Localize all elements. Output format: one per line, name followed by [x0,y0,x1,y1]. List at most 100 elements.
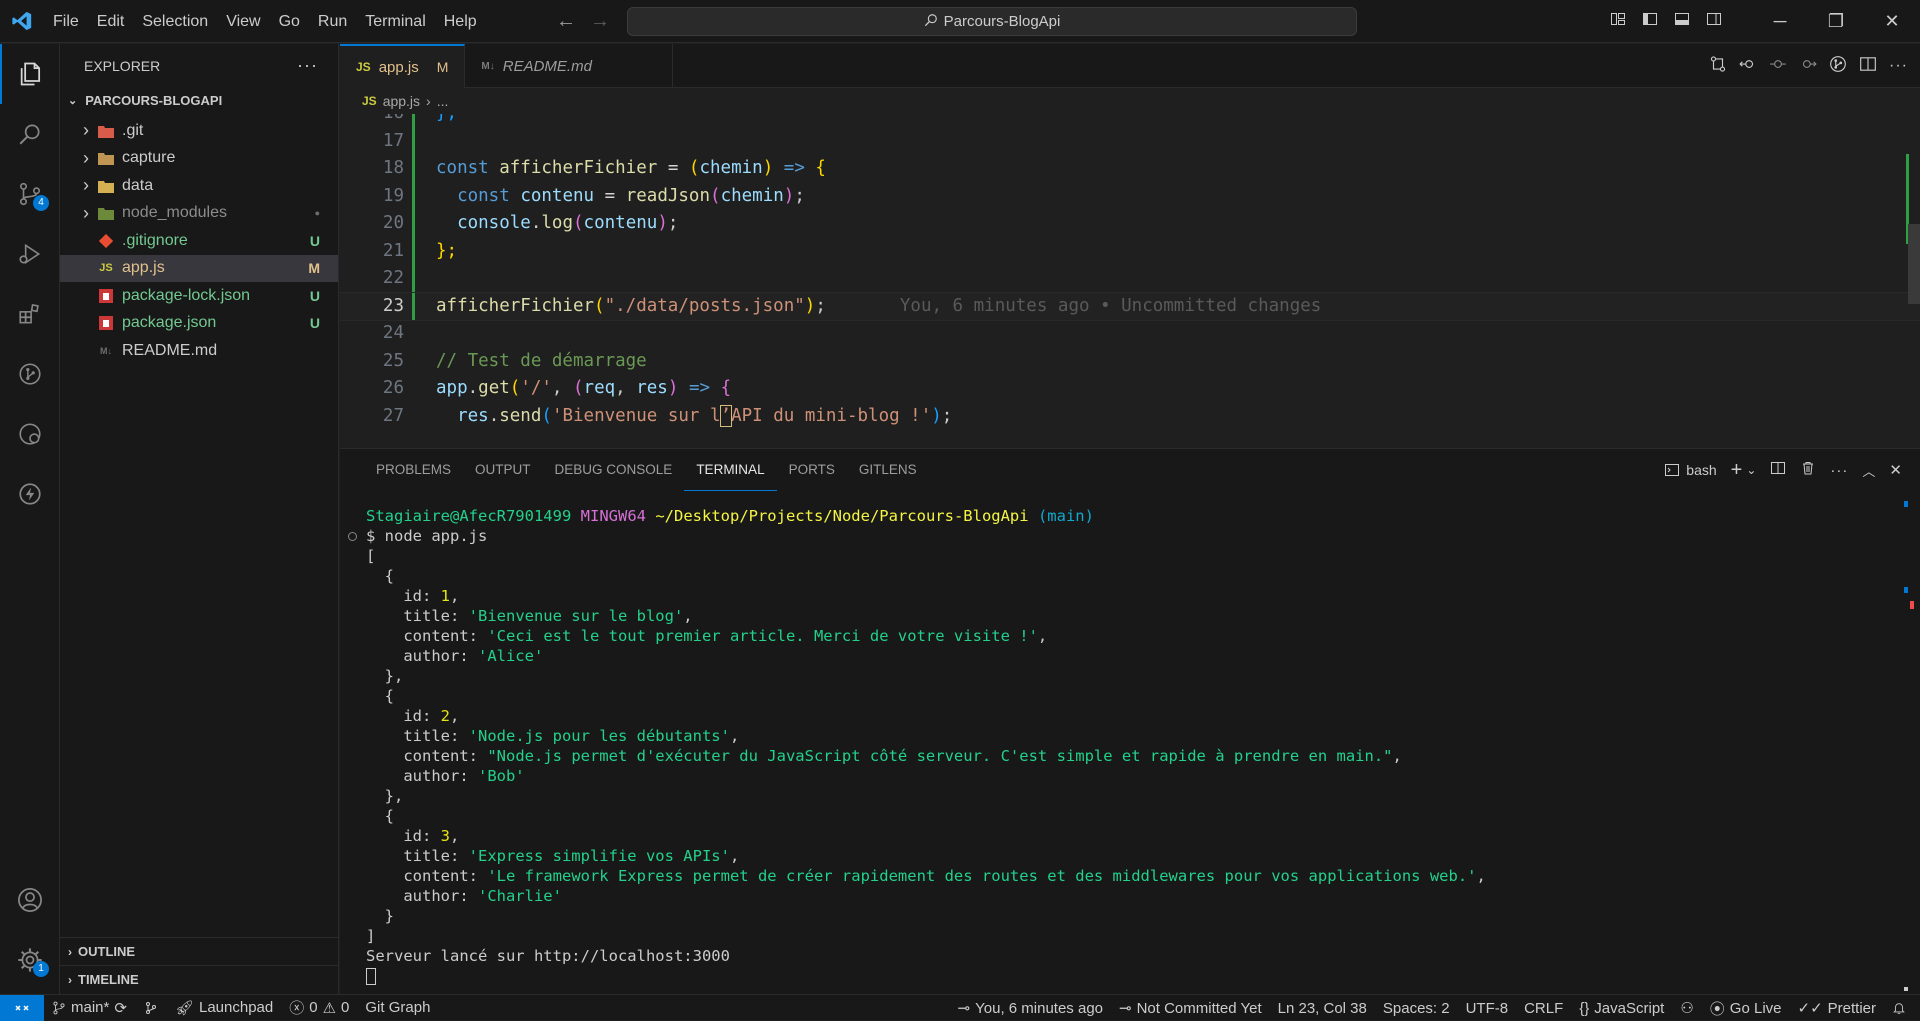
command-center-search[interactable]: Parcours-BlogApi [627,7,1357,36]
manage-gear-icon[interactable]: 1 [0,930,60,990]
back-arrow-icon[interactable]: ← [556,10,576,33]
git-graph-status[interactable]: Git Graph [357,999,438,1016]
problems-status[interactable]: ⓧ 0 ⚠ 0 [281,997,357,1018]
tab-gitlens[interactable]: GITLENS [847,449,929,491]
code-editor[interactable]: 16 }; 17 18 const afficherFichier = (che… [340,114,1920,448]
tree-item-readme-md[interactable]: M↓ README.md [60,337,338,365]
chevron-down-icon[interactable]: ⌄ [1746,463,1756,477]
menu-view[interactable]: View [217,0,269,43]
customize-layout-icon[interactable] [1602,11,1634,32]
git-graph-status-icon[interactable] [135,1000,167,1016]
commit-icon[interactable] [1769,55,1787,78]
accounts-icon[interactable] [0,870,60,930]
tab-readme[interactable]: M↓ README.md [465,44,673,88]
language-status[interactable]: {} JavaScript [1571,1000,1672,1017]
golive-status[interactable]: ⦿ Go Live [1702,998,1790,1019]
minimize-icon[interactable]: ─ [1752,11,1808,32]
copilot-icon[interactable]: ⚇ [1672,999,1701,1017]
tree-item-label: .gitignore [122,231,188,249]
run-debug-icon[interactable] [0,224,60,284]
split-editor-icon[interactable] [1859,55,1877,78]
more-actions-icon[interactable]: ··· [297,55,318,76]
outline-section[interactable]: › OUTLINE [60,937,339,965]
terminal-output[interactable]: Stagiaire@AfecR7901499 MINGW64 ~/Desktop… [340,491,1900,991]
more-actions-icon[interactable]: ··· [1889,57,1908,75]
explorer-root-folder[interactable]: ⌄ PARCOURS-BLOGAPI [60,87,338,113]
toggle-panel-icon[interactable] [1666,11,1698,32]
search-view-icon[interactable] [0,104,60,164]
tree-item-package-lock-json[interactable]: package-lock.json U [60,282,338,310]
tree-item-node-modules[interactable]: › node_modules ● [60,200,338,228]
warning-icon: ⚠ [322,999,337,1017]
remote-explorer-icon[interactable] [0,404,60,464]
source-control-icon[interactable]: 4 [0,164,60,224]
command-decoration-icon [348,532,357,541]
previous-revision-icon[interactable] [1739,55,1757,78]
breadcrumb-rest[interactable]: ... [437,93,449,109]
inline-blame: You, 6 minutes ago • Uncommitted changes [899,295,1322,316]
menu-help[interactable]: Help [435,0,486,43]
menu-terminal[interactable]: Terminal [356,0,434,43]
tab-terminal[interactable]: TERMINAL [684,449,777,491]
thunder-client-icon[interactable] [0,464,60,524]
timeline-section[interactable]: › TIMELINE [60,965,339,993]
extensions-icon[interactable] [0,284,60,344]
file-status-badge: M [308,260,320,277]
trash-icon[interactable] [1800,460,1816,480]
prettier-status[interactable]: ✓✓ Prettier [1790,999,1885,1018]
blame-status[interactable]: ⊸ You, 6 minutes ago [950,999,1111,1018]
close-panel-icon[interactable]: ✕ [1889,461,1902,479]
status-bar: main* ⟳ 🚀︎ Launchpad ⓧ 0 ⚠ 0 Git Graph ⊸ Yo… [0,994,1920,1021]
launchpad-status[interactable]: 🚀︎ Launchpad [167,999,281,1017]
tree-item-git[interactable]: › .git [60,117,338,145]
menu-go[interactable]: Go [270,0,309,43]
tree-item-app-js[interactable]: JS app.js M [60,254,338,282]
tree-item-capture[interactable]: › capture [60,145,338,173]
restore-icon[interactable]: ❐ [1808,11,1864,32]
menu-edit[interactable]: Edit [88,0,134,43]
sync-icon[interactable]: ⟳ [114,999,127,1017]
notifications-bell-icon[interactable] [1884,1001,1920,1015]
remote-indicator-icon[interactable] [0,994,44,1021]
more-actions-icon[interactable]: ··· [1830,462,1848,479]
tree-item-gitignore[interactable]: .gitignore U [60,227,338,255]
terminal-shell-selector[interactable]: bash [1664,462,1717,478]
tab-app-js[interactable]: JS app.js M [340,44,466,88]
tree-item-data[interactable]: › data [60,172,338,200]
maximize-panel-icon[interactable]: ︿ [1862,461,1875,480]
bottom-panel: PROBLEMS OUTPUT DEBUG CONSOLE TERMINAL P… [340,448,1920,994]
cursor-position[interactable]: Ln 23, Col 38 [1270,1000,1375,1017]
tree-item-package-json[interactable]: package.json U [60,310,338,338]
git-graph-icon[interactable] [0,344,60,404]
explorer-icon[interactable] [0,44,60,104]
split-terminal-icon[interactable] [1770,460,1786,480]
gitlens-inspect-icon[interactable] [1829,55,1847,78]
breadcrumb-file[interactable]: app.js [383,93,420,109]
commit-status[interactable]: ⊸ Not Committed Yet [1111,999,1270,1018]
new-terminal-icon[interactable]: + [1731,459,1743,482]
branch-status[interactable]: main* ⟳ [44,999,135,1017]
tab-problems[interactable]: PROBLEMS [364,449,463,491]
toggle-secondary-sidebar-icon[interactable] [1698,11,1730,32]
encoding-status[interactable]: UTF-8 [1458,1000,1517,1017]
menu-selection[interactable]: Selection [133,0,217,43]
close-window-icon[interactable]: ✕ [1864,11,1920,32]
editor-area: JS app.js M M↓ README.md ··· JS app.js ›… [340,44,1920,448]
explorer-sidebar: EXPLORER ··· ⌄ PARCOURS-BLOGAPI › .git › ca… [60,44,339,994]
next-revision-icon[interactable] [1799,55,1817,78]
menu-run[interactable]: Run [309,0,356,43]
forward-arrow-icon[interactable]: → [590,10,610,33]
editor-scrollbar[interactable] [1906,114,1920,448]
double-check-icon: ✓✓ [1797,1000,1823,1017]
tab-output[interactable]: OUTPUT [463,449,543,491]
tab-ports[interactable]: PORTS [777,449,847,491]
terminal-scrollbar[interactable] [1904,491,1914,991]
tab-debug-console[interactable]: DEBUG CONSOLE [543,449,685,491]
error-icon: ⓧ [289,1000,305,1017]
tree-item-label: .git [122,121,144,139]
indentation-status[interactable]: Spaces: 2 [1375,1000,1458,1017]
toggle-primary-sidebar-icon[interactable] [1634,11,1666,32]
open-changes-icon[interactable] [1709,55,1727,78]
eol-status[interactable]: CRLF [1516,1000,1571,1017]
menu-file[interactable]: File [44,0,88,43]
